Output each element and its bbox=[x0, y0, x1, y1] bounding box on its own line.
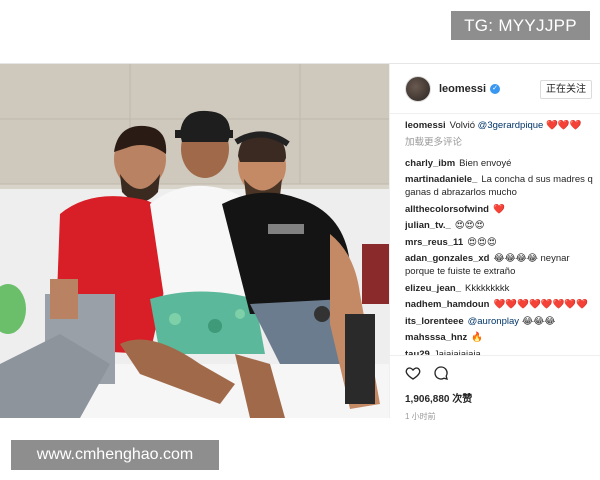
post-photo[interactable] bbox=[0, 64, 389, 418]
comment-row: tau29 Jajajajajaja bbox=[405, 348, 595, 356]
post-header: leomessi ✓ 正在关注 bbox=[390, 64, 600, 114]
comment-emoji: 😂😂😂 bbox=[522, 315, 556, 327]
comment-row: its_lorenteee @auronplay 😂😂😂 bbox=[405, 315, 595, 328]
watermark-top: TG: MYYJJPP bbox=[451, 11, 590, 40]
watermark-bottom: www.cmhenghao.com bbox=[11, 440, 219, 470]
comment-row: elizeu_jean_ Kkkkkkkkk bbox=[405, 282, 595, 295]
comment-text: ❤️ bbox=[492, 203, 505, 215]
comment-mention[interactable]: @auronplay bbox=[468, 316, 519, 327]
comment-row: adan_gonzales_xd 😂😂😂😂 neynar porque te fu… bbox=[405, 252, 595, 278]
comment-username[interactable]: martinadaniele_ bbox=[405, 174, 477, 185]
load-more-comments-link[interactable]: 加载更多评论 bbox=[405, 136, 595, 149]
comment-username[interactable]: its_lorenteee bbox=[405, 316, 464, 327]
comment-row: charly_ibm Bien envoyé bbox=[405, 157, 595, 170]
comment-username[interactable]: adan_gonzales_xd bbox=[405, 253, 489, 264]
comment-icon[interactable] bbox=[433, 365, 449, 381]
comment-row: mrs_reus_11 😍😍😍 bbox=[405, 236, 595, 249]
author-username[interactable]: leomessi bbox=[439, 83, 486, 95]
comment-username[interactable]: mrs_reus_11 bbox=[405, 237, 463, 248]
comment-text: 😍😍😍 bbox=[454, 220, 485, 231]
comments-list[interactable]: leomessi Volvió @3gerardpique ❤️❤️❤️ 加载更多… bbox=[405, 119, 595, 355]
post-side-panel: leomessi ✓ 正在关注 leomessi Volvió @3gerardp… bbox=[389, 64, 600, 421]
caption-mention[interactable]: @3gerardpique bbox=[478, 120, 544, 131]
comment-text: 🔥 bbox=[471, 332, 484, 343]
comment-row: julian_tv._ 😍😍😍 bbox=[405, 219, 595, 232]
comment-row: nadhem_hamdoun ❤️❤️❤️❤️❤️❤️❤️❤️ bbox=[405, 298, 595, 311]
comment-row: mahsssa_hnz 🔥 bbox=[405, 331, 595, 344]
caption-username[interactable]: leomessi bbox=[405, 120, 446, 131]
comment-username[interactable]: allthecolorsofwind bbox=[405, 204, 489, 215]
caption: leomessi Volvió @3gerardpique ❤️❤️❤️ bbox=[405, 119, 595, 132]
comment-text: Kkkkkkkkk bbox=[464, 282, 510, 294]
post-time: 1 小时前 bbox=[405, 412, 436, 421]
comment-row: martinadaniele_ La concha d sus madres q … bbox=[405, 173, 595, 199]
comment-username[interactable]: charly_ibm bbox=[405, 158, 455, 169]
caption-emoji: ❤️❤️❤️ bbox=[545, 120, 582, 131]
comment-username[interactable]: julian_tv._ bbox=[405, 220, 451, 231]
verified-badge-icon: ✓ bbox=[490, 83, 501, 94]
post-photo-illustration bbox=[0, 64, 389, 418]
caption-text: Volvió bbox=[449, 120, 476, 131]
comment-row: allthecolorsofwind ❤️ bbox=[405, 203, 595, 216]
comment-username[interactable]: elizeu_jean_ bbox=[405, 283, 461, 294]
comment-text: Bien envoyé bbox=[459, 157, 512, 169]
following-button[interactable]: 正在关注 bbox=[540, 80, 592, 99]
comment-username[interactable]: nadhem_hamdoun bbox=[405, 299, 489, 310]
like-count[interactable]: 1,906,880 次赞 bbox=[405, 390, 586, 405]
post-actions: 1,906,880 次赞 1 小时前 bbox=[390, 355, 600, 421]
heart-icon[interactable] bbox=[405, 365, 421, 381]
instagram-post-card: leomessi ✓ 正在关注 leomessi Volvió @3gerardp… bbox=[0, 63, 600, 421]
comment-username[interactable]: mahsssa_hnz bbox=[405, 332, 467, 343]
comment-text: ❤️❤️❤️❤️❤️❤️❤️❤️ bbox=[493, 299, 589, 310]
author-avatar[interactable] bbox=[405, 75, 431, 102]
comment-text: 😍😍😍 bbox=[467, 236, 497, 248]
